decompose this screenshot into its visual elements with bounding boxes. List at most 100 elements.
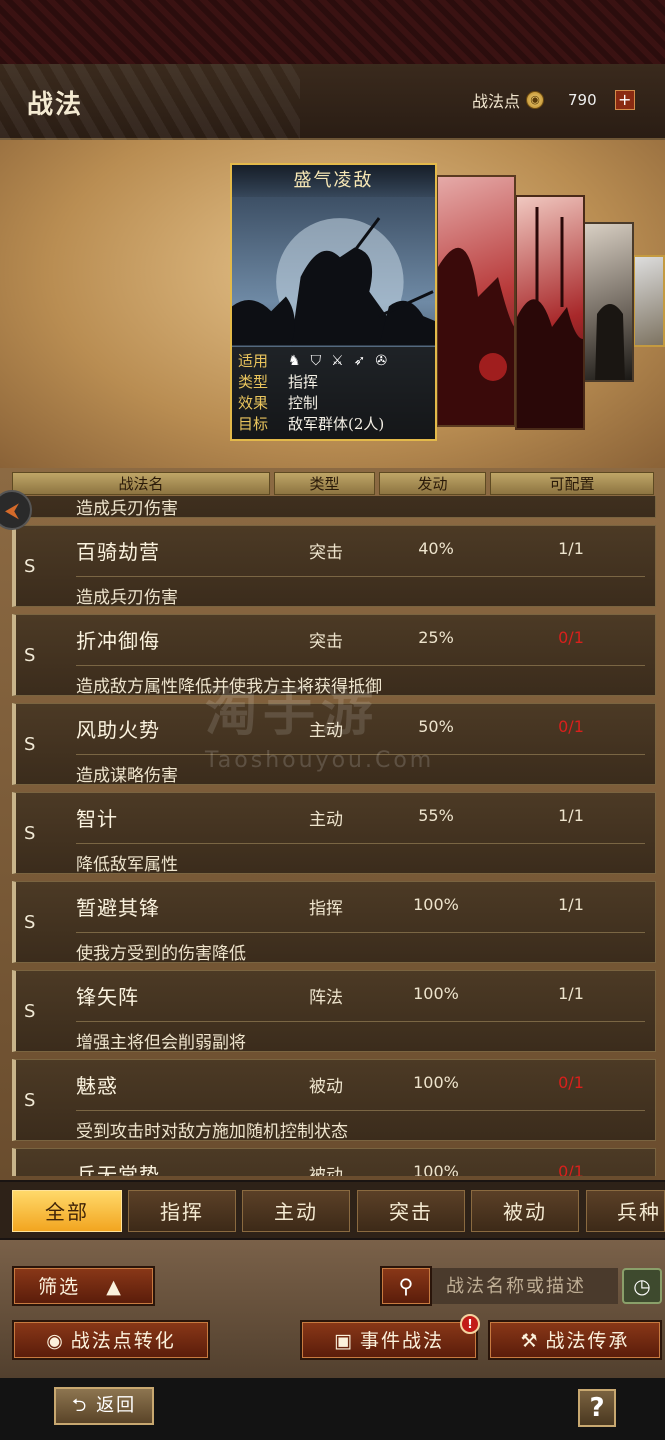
tab-all[interactable]: 全部 [12, 1190, 122, 1232]
column-header-name[interactable]: 战法名 [12, 472, 270, 495]
points-coin-icon: ◉ [526, 91, 545, 109]
tab-command[interactable]: 指挥 [128, 1190, 236, 1232]
tactic-type: 突击 [309, 632, 343, 652]
triangle-up-icon: ▲ [106, 1276, 123, 1298]
points-label: 战法点 [472, 92, 521, 111]
info-value: 控制 [288, 394, 319, 412]
card-art-2 [438, 247, 514, 425]
tactic-card-preview-4[interactable] [583, 222, 634, 382]
tactic-rate: 100% [413, 895, 459, 914]
info-key: 目标 [238, 415, 269, 433]
tactic-points: 战法点 ◉ 790 + [472, 86, 635, 114]
tactic-rate: 100% [413, 1162, 459, 1176]
convert-label: 战法点转化 [70, 1330, 176, 1352]
tactic-desc: 增强主将但会削弱副将 [76, 1021, 645, 1053]
tactic-desc: 降低敌军属性 [76, 843, 645, 875]
tactic-name: 魅惑 [76, 1074, 118, 1098]
tactic-grade: S [24, 734, 36, 755]
tactic-row[interactable]: S 暂避其锋 指挥 100% 1/1 使我方受到的伤害降低 [12, 881, 656, 964]
tactic-row[interactable]: S 锋矢阵 阵法 100% 1/1 增强主将但会削弱副将 [12, 970, 656, 1053]
search-input[interactable] [432, 1268, 618, 1304]
convert-points-button[interactable]: ◉ 战法点转化 [12, 1320, 210, 1360]
info-key: 类型 [238, 373, 269, 391]
tactic-desc: 使我方受到的伤害降低 [76, 932, 645, 964]
tactic-count: 1/1 [558, 895, 584, 914]
wheel-icon: ✇ [375, 353, 388, 369]
tactic-row[interactable]: S 魅惑 被动 100% 0/1 受到攻击时对敌方施加随机控制状态 [12, 1059, 656, 1142]
add-points-button[interactable]: + [614, 90, 635, 110]
card-art-3 [517, 207, 583, 428]
search-icon[interactable]: ⚲ [380, 1266, 432, 1306]
tactic-card-preview-5[interactable] [633, 255, 665, 347]
crossed-swords-icon: ⚔ [331, 353, 344, 369]
tactic-row-partial[interactable]: 造成兵刃伤害 [12, 496, 656, 519]
event-label: 事件战法 [359, 1330, 444, 1352]
tactic-type: 被动 [309, 1166, 343, 1176]
tactic-name: 风助火势 [76, 718, 160, 742]
tactic-rate: 25% [418, 628, 454, 647]
info-row-effect: 效果 控制 [238, 393, 429, 414]
tactic-rate: 100% [413, 984, 459, 1003]
inherit-label: 战法传承 [545, 1330, 630, 1352]
tactic-rate: 50% [418, 717, 454, 736]
tab-troop[interactable]: 兵种 [586, 1190, 665, 1232]
page-title: 战法 [27, 90, 84, 120]
column-header-type[interactable]: 类型 [274, 472, 375, 495]
tactic-rate: 55% [418, 806, 454, 825]
tactic-row[interactable]: S 百骑劫营 突击 40% 1/1 造成兵刃伤害 [12, 525, 656, 608]
tactic-card-preview-3[interactable] [515, 195, 585, 430]
tactic-grade: S [24, 912, 36, 933]
filter-tab-bar: 全部 指挥 主动 突击 被动 兵种 [0, 1182, 665, 1238]
featured-card-name: 盛气凌敌 [232, 165, 435, 197]
filter-button[interactable]: 筛选 ▲ [12, 1266, 155, 1306]
featured-tactic-card[interactable]: 盛气凌敌 适用 ♞ ⛉ ⚔ ➶ ✇ 类型 指挥 效果 控制 目标 敌军群体(2人… [230, 163, 437, 441]
tab-active[interactable]: 主动 [242, 1190, 350, 1232]
tactic-count: 1/1 [558, 984, 584, 1003]
tactic-type: 阵法 [309, 988, 343, 1008]
tactic-count: 0/1 [558, 1162, 584, 1176]
watermark-logo: 淘手游 [205, 682, 380, 743]
help-button[interactable]: ? [578, 1389, 616, 1427]
tab-passive[interactable]: 被动 [471, 1190, 579, 1232]
tactic-grade: S [24, 645, 36, 666]
arrow-icon: ➶ [353, 353, 366, 369]
points-value: 790 [568, 91, 597, 109]
back-button[interactable]: ⮌ 返回 [54, 1387, 154, 1425]
featured-card-info: 适用 ♞ ⛉ ⚔ ➶ ✇ 类型 指挥 效果 控制 目标 敌军群体(2人) [232, 347, 435, 439]
clock-icon[interactable]: ◷ [622, 1268, 662, 1304]
tactic-card-preview-2[interactable] [436, 175, 516, 427]
tactic-count: 1/1 [558, 806, 584, 825]
tactic-desc: 受到攻击时对敌方施加随机控制状态 [76, 1110, 645, 1142]
tactic-desc: 造成兵刃伤害 [76, 496, 645, 519]
tactic-type: 主动 [309, 810, 343, 830]
top-decor-strip [0, 0, 665, 64]
applicable-icons: ♞ ⛉ ⚔ ➶ ✇ [288, 351, 387, 372]
column-header-trigger[interactable]: 发动 [379, 472, 486, 495]
notification-badge: ! [460, 1314, 480, 1334]
card-art-4 [595, 304, 625, 380]
tactic-grade: S [24, 1090, 36, 1111]
tactic-count: 1/1 [558, 539, 584, 558]
tactic-name: 折冲御侮 [76, 629, 160, 653]
tactic-name: 智计 [76, 807, 118, 831]
event-tactics-button[interactable]: ▣ 事件战法 [300, 1320, 478, 1360]
tab-assault[interactable]: 突击 [357, 1190, 465, 1232]
tactic-row[interactable]: S 兵无常势 被动 100% 0/1 [12, 1148, 656, 1176]
tactic-name: 暂避其锋 [76, 896, 160, 920]
info-row-applicable: 适用 ♞ ⛉ ⚔ ➶ ✇ [238, 351, 429, 372]
tactic-name: 兵无常势 [76, 1163, 160, 1176]
tactic-type: 指挥 [309, 899, 343, 919]
tactic-rate: 40% [418, 539, 454, 558]
column-header-config[interactable]: 可配置 [490, 472, 654, 495]
info-key: 适用 [238, 352, 269, 370]
tactic-grade: S [24, 556, 36, 577]
search-bar: ⚲ ◷ [380, 1266, 662, 1306]
back-arrow-icon: ⮌ [71, 1395, 89, 1416]
tactic-grade: S [24, 823, 36, 844]
back-label: 返回 [96, 1395, 137, 1416]
tactic-row[interactable]: S 智计 主动 55% 1/1 降低敌军属性 [12, 792, 656, 875]
info-key: 效果 [238, 394, 269, 412]
filter-label: 筛选 [38, 1276, 81, 1298]
tactic-list[interactable]: 造成兵刃伤害 S 百骑劫营 突击 40% 1/1 造成兵刃伤害 S 折冲御侮 突… [12, 496, 656, 1176]
inherit-tactics-button[interactable]: ⚒ 战法传承 [488, 1320, 662, 1360]
